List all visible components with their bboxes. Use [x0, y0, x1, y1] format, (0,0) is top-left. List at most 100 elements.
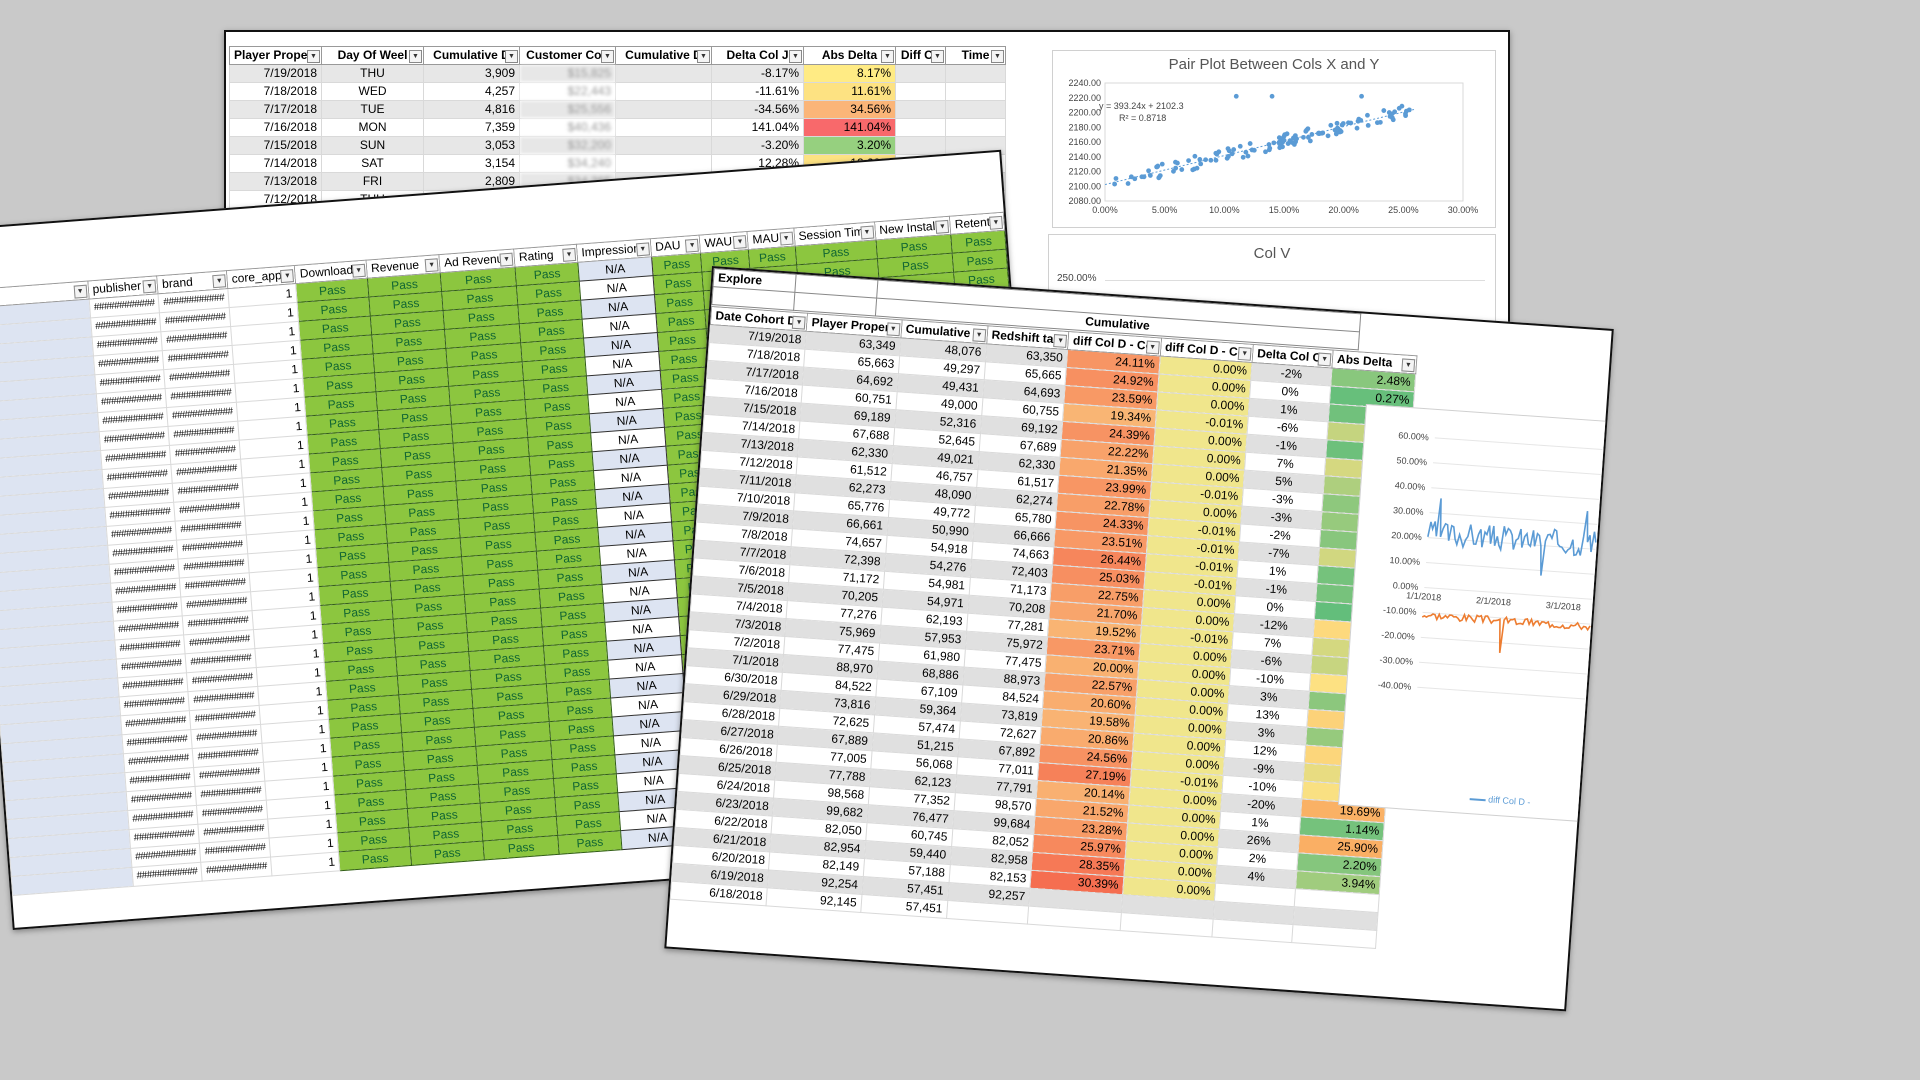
filter-dropdown-icon[interactable]: ▼ [499, 252, 514, 267]
table-cell[interactable]: 7/13/2018 [229, 172, 322, 191]
filter-dropdown-icon[interactable]: ▼ [779, 231, 794, 246]
table-cell[interactable] [615, 154, 712, 173]
table-cell[interactable]: -3.20% [711, 136, 804, 155]
filter-dropdown-icon[interactable]: ▼ [1145, 340, 1160, 355]
col-header[interactable]: DAU ▼ [650, 235, 701, 257]
filter-dropdown-icon[interactable]: ▼ [733, 235, 748, 250]
table-cell[interactable]: WED [321, 82, 424, 101]
table-cell[interactable] [945, 82, 1006, 101]
filter-dropdown-icon[interactable]: ▼ [142, 279, 157, 294]
table-cell[interactable]: $40,436 [519, 118, 616, 137]
table-cell[interactable]: SAT [321, 154, 424, 173]
filter-dropdown-icon[interactable]: ▼ [1053, 334, 1068, 348]
table-cell[interactable]: 7/18/2018 [229, 82, 322, 101]
filter-dropdown-icon[interactable]: ▼ [280, 269, 295, 284]
filter-dropdown-icon[interactable]: ▼ [935, 219, 950, 234]
table-cell[interactable]: 3.20% [803, 136, 896, 155]
table-cell[interactable]: 3,909 [423, 64, 520, 83]
col-header[interactable]: Customer Coh ▼ [519, 46, 616, 65]
filter-dropdown-icon[interactable]: ▼ [886, 322, 901, 337]
table-cell[interactable]: 7/19/2018 [229, 64, 322, 83]
table-cell[interactable]: SUN [321, 136, 424, 155]
table-cell[interactable]: 11.61% [803, 82, 896, 101]
table-cell[interactable]: 3,154 [423, 154, 520, 173]
table-cell[interactable]: 4,816 [423, 100, 520, 119]
filter-dropdown-icon[interactable]: ▼ [601, 50, 614, 63]
table-cell[interactable] [945, 64, 1006, 83]
table-cell[interactable]: 34.56% [803, 100, 896, 119]
table-cell[interactable]: FRI [321, 172, 424, 191]
col-header[interactable]: Abs Delta ▼ [803, 46, 896, 65]
table-cell[interactable]: -11.61% [711, 82, 804, 101]
pass-cell[interactable]: Pass [557, 830, 622, 855]
filter-dropdown-icon[interactable]: ▼ [931, 50, 944, 63]
table-cell[interactable]: 141.04% [711, 118, 804, 137]
filter-dropdown-icon[interactable]: ▼ [860, 225, 874, 240]
table-cell[interactable]: 7/17/2018 [229, 100, 322, 119]
filter-dropdown-icon[interactable]: ▼ [1317, 352, 1332, 367]
table-cell[interactable] [615, 136, 712, 155]
table-cell[interactable] [895, 82, 946, 101]
table-cell[interactable]: 7/14/2018 [229, 154, 322, 173]
table-cell[interactable] [895, 136, 946, 155]
table-cell[interactable] [615, 100, 712, 119]
filter-dropdown-icon[interactable]: ▼ [792, 315, 807, 330]
table-cell[interactable]: 7,359 [423, 118, 520, 137]
col-header[interactable]: Day Of Weel ▼ [321, 46, 424, 65]
table-cell[interactable] [615, 64, 712, 83]
col-header[interactable]: Cumulative D ▼ [423, 46, 520, 65]
filter-dropdown-icon[interactable]: ▼ [991, 50, 1004, 63]
filter-dropdown-icon[interactable]: ▼ [697, 50, 710, 63]
col-header[interactable]: Delta Col J ▼ [711, 46, 804, 65]
table-cell[interactable]: $34,240 [519, 154, 616, 173]
table-cell[interactable]: -8.17% [711, 64, 804, 83]
table-cell[interactable]: 7/16/2018 [229, 118, 322, 137]
table-cell[interactable]: $15,825 [519, 64, 616, 83]
filter-dropdown-icon[interactable]: ▼ [562, 247, 577, 262]
filter-dropdown-icon[interactable]: ▼ [881, 50, 894, 63]
filter-dropdown-icon[interactable]: ▼ [635, 242, 650, 257]
table-cell[interactable] [895, 64, 946, 83]
table-cell[interactable] [895, 100, 946, 119]
scatter-chart[interactable]: Pair Plot Between Cols X and Y 2240.00 22… [1052, 50, 1496, 228]
table-cell[interactable]: $25,556 [519, 100, 616, 119]
table-cell[interactable] [895, 118, 946, 137]
col-header[interactable]: Cumulative D ▼ [615, 46, 712, 65]
table-cell[interactable]: MON [321, 118, 424, 137]
table-cell[interactable]: TUE [321, 100, 424, 119]
table-cell[interactable] [615, 82, 712, 101]
pass-cell[interactable]: Pass [410, 841, 485, 866]
pass-cell[interactable]: Pass [338, 846, 412, 871]
filter-dropdown-icon[interactable]: ▼ [789, 50, 802, 63]
filter-dropdown-icon[interactable]: ▼ [989, 215, 1003, 230]
table-cell[interactable]: 1 [270, 851, 341, 876]
table-cell[interactable] [945, 100, 1006, 119]
filter-dropdown-icon[interactable]: ▼ [212, 274, 227, 289]
table-cell[interactable]: $22,443 [519, 82, 616, 101]
table-cell[interactable]: 3,053 [423, 136, 520, 155]
filter-dropdown-icon[interactable]: ▼ [505, 50, 518, 63]
table-cell[interactable]: $32,200 [519, 136, 616, 155]
table-cell[interactable]: 8.17% [803, 64, 896, 83]
table-cell[interactable]: 4,257 [423, 82, 520, 101]
col-header[interactable]: MAU ▼ [747, 228, 795, 250]
filter-dropdown-icon[interactable]: ▼ [1237, 346, 1252, 361]
filter-dropdown-icon[interactable]: ▼ [409, 50, 422, 63]
col-header[interactable]: Time ▼ [945, 46, 1006, 65]
filter-dropdown-icon[interactable]: ▼ [307, 50, 320, 63]
table-cell[interactable]: THU [321, 64, 424, 83]
table-cell[interactable] [615, 118, 712, 137]
diff-line-chart[interactable]: 60.00% 50.00% 40.00% 30.00% 20.00% 10.00% 0.00… [1337, 403, 1608, 822]
filter-dropdown-icon[interactable]: ▼ [351, 263, 366, 278]
col-header[interactable]: WAU ▼ [699, 231, 749, 254]
table-cell[interactable] [945, 118, 1006, 137]
col-header[interactable]: Player Properti ▼ [229, 46, 322, 65]
col-header[interactable]: Diff Co ▼ [895, 46, 946, 65]
table-cell[interactable]: 141.04% [803, 118, 896, 137]
filter-dropdown-icon[interactable]: ▼ [424, 258, 439, 273]
filter-dropdown-icon[interactable]: ▼ [972, 328, 986, 343]
filter-dropdown-icon[interactable]: ▼ [685, 238, 700, 253]
filter-dropdown-icon[interactable]: ▼ [1401, 358, 1416, 373]
table-cell[interactable]: -34.56% [711, 100, 804, 119]
table-cell[interactable]: 7/15/2018 [229, 136, 322, 155]
